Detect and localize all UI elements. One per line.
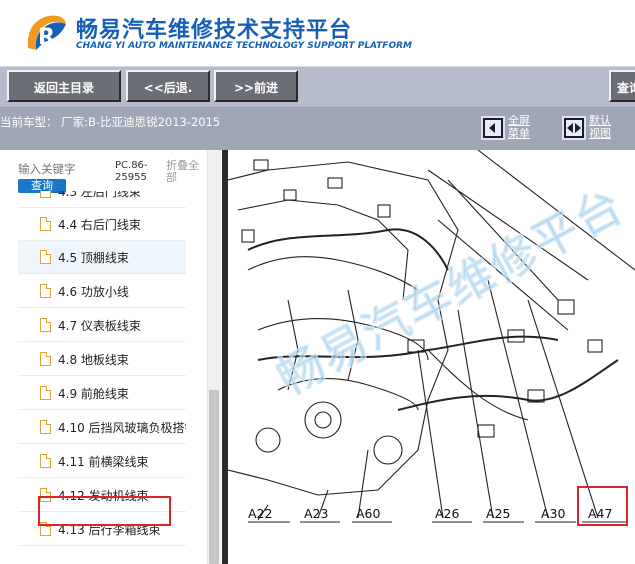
document-icon [40,284,51,298]
tree-item-label: 4.11 前横梁线束 [58,454,149,469]
keyword-search-input[interactable] [18,160,110,178]
tree-item[interactable]: 4.13 后行李箱线束 [18,513,186,546]
tree-item-label: 4.3 左后门线束 [58,191,141,199]
fullscreen-menu-button[interactable] [481,116,505,140]
document-icon [40,420,51,434]
document-icon [40,454,51,468]
current-vehicle-text: 当前车型： 厂家:B-比亚迪思锐2013-2015 [0,115,221,129]
tree-item[interactable]: 4.7 仪表板线束 [18,309,186,342]
connector-label-a23: A23 [304,506,329,521]
tree-item-selected[interactable]: 4.5 顶棚线束 [18,241,186,274]
document-icon [40,386,51,400]
tree-item[interactable]: 4.6 功放小线 [18,275,186,308]
tree-item[interactable]: 4.11 前横梁线束 [18,445,186,478]
default-view-label-line2: 视图 [589,127,611,140]
tree-item[interactable]: 4.3 左后门线束 [18,191,186,208]
vehicle-info-bar: 当前车型： 厂家:B-比亚迪思锐2013-2015 全屏 菜单 默认 视图 [0,108,635,150]
tree-item-label: 4.9 前舱线束 [58,386,129,401]
home-button[interactable]: 返回主目录 [7,70,121,102]
default-view-button[interactable] [562,116,586,140]
document-icon [40,250,51,264]
collapse-all-link[interactable]: 折叠全部 [166,160,206,184]
default-view-label-line1: 默认 [589,114,611,127]
tree-item-label: 4.6 功放小线 [58,284,129,299]
tree-item[interactable]: 4.8 地板线束 [18,343,186,376]
document-icon [40,318,51,332]
sidebar-scrollbar-thumb[interactable] [209,390,219,564]
brand-logo-icon: R [27,15,66,51]
connector-label-a30: A30 [541,506,566,521]
tree-item-label: 4.4 右后门线束 [58,217,141,232]
tree-item-label: 4.5 顶棚线束 [58,250,129,265]
query-button[interactable]: 查询 [609,70,635,102]
connector-label-a60: A60 [356,506,381,521]
connector-label-a25: A25 [486,506,511,521]
document-tree: 4.3 左后门线束 4.4 右后门线束 4.5 顶棚线束 4.6 功放小线 4.… [18,191,186,564]
tree-item-label: 4.13 后行李箱线束 [58,522,161,537]
wiring-diagram-viewer[interactable]: A22 A23 A60 A26 A25 A30 A47 畅易汽车维修平台 [228,150,635,564]
tree-item[interactable]: 4.12 发动机线束 [18,479,186,512]
main-toolbar: 返回主目录 <<后退. >>前进 查询 [0,66,635,108]
document-icon [40,352,51,366]
forward-button[interactable]: >>前进 [214,70,298,102]
pc-code-text: PC.86-25955 [115,160,148,183]
connector-label-a26: A26 [435,506,460,521]
document-icon [40,191,51,198]
connector-label-a22: A22 [248,506,273,521]
tree-item[interactable]: 4.4 右后门线束 [18,208,186,241]
platform-subtitle: CHANG YI AUTO MAINTENANCE TECHNOLOGY SUP… [76,41,412,51]
sidebar: 查询 PC.86-25955 折叠全部 4.3 左后门线束 4.4 右后门线束 … [0,150,222,564]
header-banner: R 畅易汽车维修技术支持平台 CHANG YI AUTO MAINTENANCE… [0,0,635,66]
fullscreen-menu-link[interactable]: 全屏 菜单 [508,114,530,140]
tree-item[interactable]: 4.10 后挡风玻璃负极搭铁线 [18,411,186,444]
default-view-icon [566,120,582,136]
fullscreen-label-line2: 菜单 [508,127,530,140]
tree-item-label: 4.8 地板线束 [58,352,129,367]
tree-item-label: 4.12 发动机线束 [58,488,149,503]
tree-item[interactable]: 4.9 前舱线束 [18,377,186,410]
svg-text:R: R [38,25,55,50]
document-icon [40,522,51,536]
tree-item-label: 4.10 后挡风玻璃负极搭铁线 [58,420,186,435]
back-button[interactable]: <<后退. [126,70,210,102]
document-icon [40,217,51,231]
platform-title: 畅易汽车维修技术支持平台 [76,18,353,43]
fullscreen-label-line1: 全屏 [508,114,530,127]
tree-item-label: 4.7 仪表板线束 [58,318,141,333]
connector-a47-highlight [577,486,628,526]
document-icon [40,488,51,502]
fullscreen-icon [485,120,501,136]
default-view-link[interactable]: 默认 视图 [589,114,611,140]
